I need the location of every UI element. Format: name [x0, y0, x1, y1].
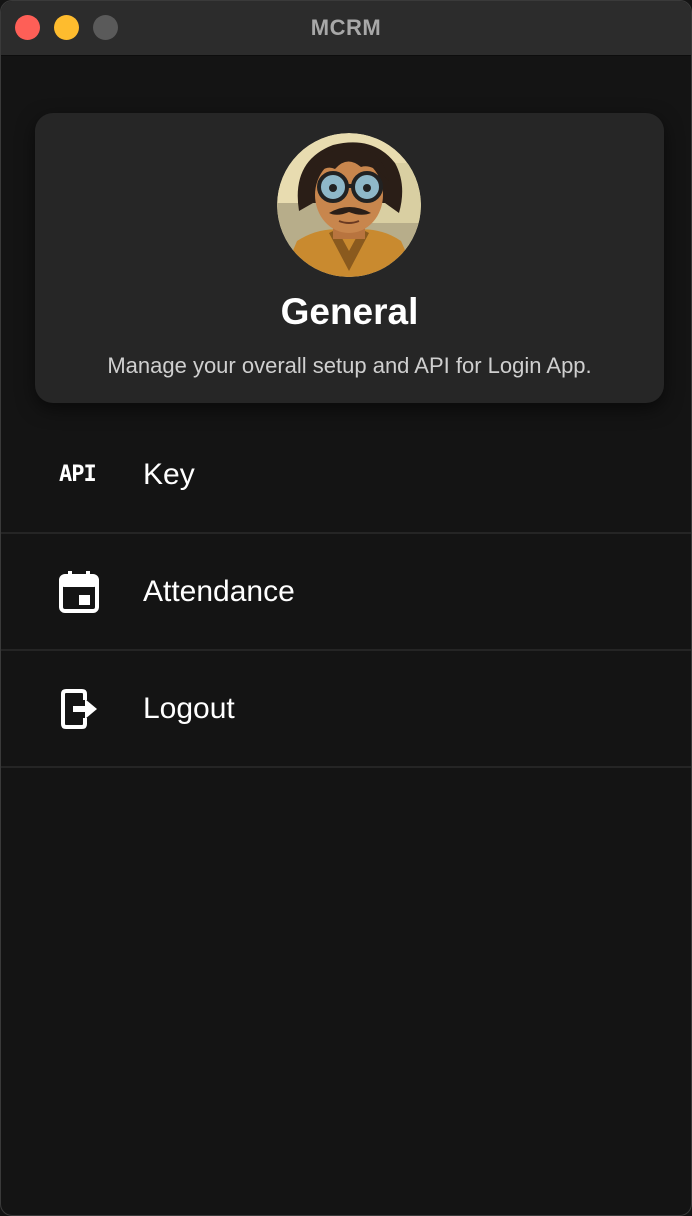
menu-item-label: Logout — [143, 691, 235, 725]
close-window-button[interactable] — [15, 15, 40, 40]
profile-description: Manage your overall setup and API for Lo… — [107, 353, 592, 378]
menu-item-key[interactable]: API Key — [1, 417, 691, 534]
logout-icon — [59, 688, 101, 730]
menu-item-label: Attendance — [143, 574, 295, 608]
menu-item-label: Key — [143, 457, 195, 491]
minimize-window-button[interactable] — [54, 15, 79, 40]
app-window: MCRM General Manage your overall setup a… — [0, 0, 692, 1216]
maximize-window-button[interactable] — [93, 15, 118, 40]
profile-card: General Manage your overall setup and AP… — [35, 113, 664, 403]
api-icon-text: API — [59, 462, 97, 487]
menu-item-logout[interactable]: Logout — [1, 651, 691, 768]
avatar-illustration — [277, 133, 421, 277]
profile-title: General — [280, 291, 419, 332]
window-controls — [15, 15, 118, 40]
avatar[interactable] — [277, 133, 421, 277]
title-bar[interactable]: MCRM — [1, 1, 691, 56]
window-title: MCRM — [310, 15, 382, 40]
menu-item-attendance[interactable]: Attendance — [1, 534, 691, 651]
settings-menu: API Key Attendance Logout — [1, 417, 691, 768]
api-icon: API — [59, 454, 101, 496]
calendar-icon — [59, 570, 101, 613]
